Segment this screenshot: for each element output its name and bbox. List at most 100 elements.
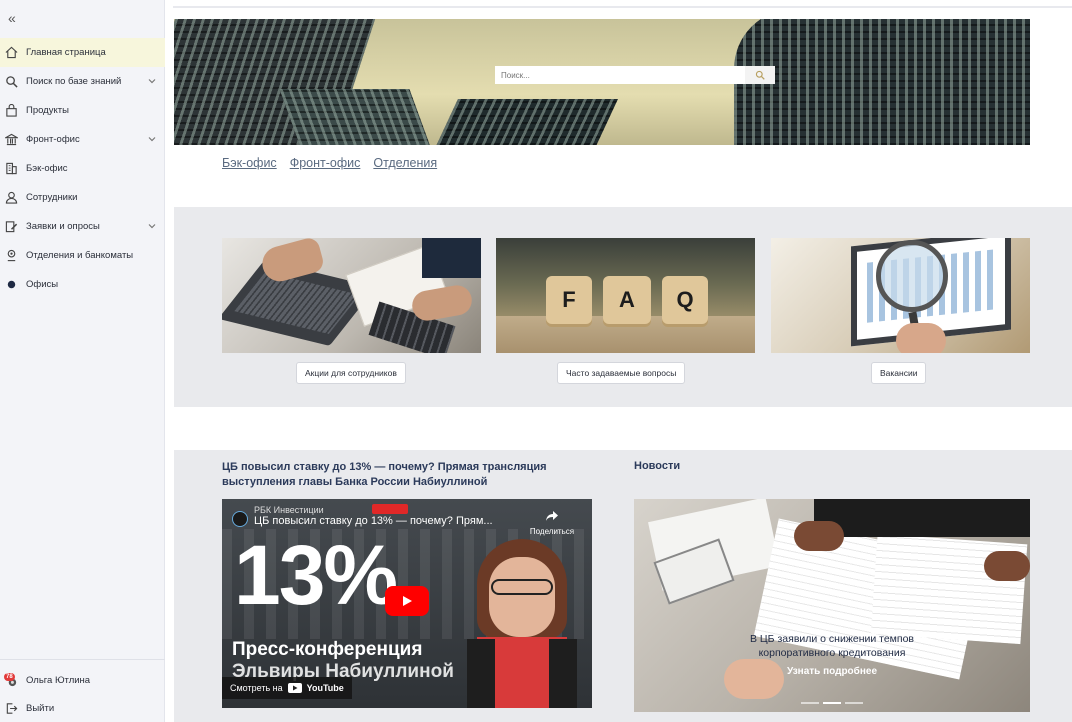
watch-on-youtube[interactable]: Смотреть на YouTube	[222, 677, 352, 699]
channel-avatar	[232, 511, 248, 527]
live-badge	[372, 504, 408, 514]
youtube-label: YouTube	[306, 683, 344, 693]
faq-letter: Q	[676, 287, 694, 312]
search-icon	[755, 70, 765, 80]
sidebar-item-search[interactable]: Поиск по базе знаний	[0, 67, 165, 96]
chevron-down-icon[interactable]	[147, 134, 157, 144]
sidebar-item-label: Офисы	[26, 279, 59, 290]
edit-icon	[4, 220, 18, 234]
youtube-play-button[interactable]	[385, 586, 429, 616]
faq-letter: A	[619, 287, 635, 312]
share-button[interactable]: Поделиться	[522, 509, 582, 536]
logout-button[interactable]: Выйти	[0, 694, 165, 722]
sidebar-item-products[interactable]: Продукты	[0, 96, 165, 125]
share-label: Поделиться	[529, 527, 575, 536]
speaker-portrait	[467, 539, 577, 708]
sidebar-item-home[interactable]: Главная страница	[0, 38, 165, 67]
sidebar-footer: 78 Ольга Ютлина Выйти	[0, 659, 165, 722]
carousel-dot-active[interactable]	[823, 702, 841, 704]
faq-letter: F	[562, 287, 576, 312]
user-profile[interactable]: 78 Ольга Ютлина	[0, 666, 165, 694]
bag-icon	[4, 104, 18, 118]
video-caption-line1: Пресс-конференция	[232, 639, 423, 660]
sidebar-item-label: Поиск по базе знаний	[26, 76, 122, 87]
hand-shape	[896, 323, 946, 353]
dot-icon	[4, 278, 18, 292]
vacancies-button[interactable]: Вакансии	[871, 362, 927, 384]
stream-title: ЦБ повысил ставку до 13% — почему? Пряма…	[222, 461, 547, 488]
news-slide-title[interactable]: В ЦБ заявили о снижении темпов корпорати…	[724, 632, 940, 660]
chevron-down-icon[interactable]	[147, 76, 157, 86]
card-image-vacancies[interactable]	[771, 238, 1030, 353]
search-button[interactable]	[745, 66, 775, 84]
logout-label: Выйти	[26, 702, 55, 714]
play-icon	[403, 596, 412, 606]
logout-icon	[4, 701, 18, 715]
top-divider	[173, 6, 1072, 8]
carousel-dot[interactable]	[801, 702, 819, 704]
news-more-link[interactable]: Узнать подробнее	[724, 666, 940, 677]
hand-shape	[794, 521, 844, 551]
skyscraper-center	[430, 99, 618, 145]
sidebar-item-requests[interactable]: Заявки и опросы	[0, 212, 165, 241]
notification-badge: 78	[4, 673, 15, 681]
link-branches[interactable]: Отделения	[373, 156, 437, 170]
faq-cube-q: Q	[662, 276, 708, 324]
sidebar-item-front-office[interactable]: Фронт-офис	[0, 125, 165, 154]
quick-links: Бэк-офис Фронт-офис Отделения	[222, 156, 437, 170]
big-percent-text: 13%	[234, 528, 398, 622]
user-icon	[4, 191, 18, 205]
speaker-glasses	[491, 579, 553, 595]
sleeve-shape	[814, 499, 1030, 537]
avatar: 78	[4, 673, 18, 687]
video-player[interactable]: РБК Инвестиции ЦБ повысил ставку до 13% …	[222, 499, 592, 708]
sidebar-item-branches[interactable]: Отделения и банкоматы	[0, 241, 165, 270]
sidebar-item-label: Бэк-офис	[26, 163, 68, 174]
speaker-jacket	[549, 639, 577, 708]
chevron-down-icon[interactable]	[147, 221, 157, 231]
sidebar-item-label: Главная страница	[26, 47, 106, 58]
card-image-promotions[interactable]	[222, 238, 481, 353]
user-name: Ольга Ютлина	[26, 674, 91, 686]
news-section: ЦБ повысил ставку до 13% — почему? Пряма…	[174, 450, 1072, 722]
speaker-face	[489, 557, 555, 637]
cards-section: Акции для сотрудников F A Q Часто задава…	[174, 207, 1072, 407]
carousel-dot[interactable]	[845, 702, 863, 704]
main-content: Бэк-офис Фронт-офис Отделения Акции для …	[165, 0, 1072, 722]
news-carousel[interactable]: В ЦБ заявили о снижении темпов корпорати…	[634, 499, 1030, 712]
card-image-faq[interactable]: F A Q	[496, 238, 755, 353]
sidebar: « Главная страница Поиск по базе знаний …	[0, 0, 165, 722]
sidebar-item-label: Фронт-офис	[26, 134, 80, 145]
magnifier-lens	[876, 240, 948, 312]
skyscraper-left-2	[279, 89, 439, 145]
sidebar-item-back-office[interactable]: Бэк-офис	[0, 154, 165, 183]
location-icon	[4, 249, 18, 263]
search-icon	[4, 75, 18, 89]
sidebar-item-label: Сотрудники	[26, 192, 78, 203]
link-front-office[interactable]: Фронт-офис	[290, 156, 361, 170]
search-input[interactable]	[495, 66, 745, 84]
collapse-sidebar-button[interactable]: «	[8, 10, 16, 26]
video-channel: РБК Инвестиции	[254, 505, 324, 515]
faq-button[interactable]: Часто задаваемые вопросы	[557, 362, 686, 384]
sidebar-item-label: Заявки и опросы	[26, 221, 100, 232]
sidebar-item-offices[interactable]: Офисы	[0, 270, 165, 299]
carousel-indicators	[794, 691, 870, 709]
sidebar-item-employees[interactable]: Сотрудники	[0, 183, 165, 212]
sidebar-nav: Главная страница Поиск по базе знаний Пр…	[0, 38, 165, 299]
skyscraper-right	[734, 19, 1030, 145]
sidebar-item-label: Отделения и банкоматы	[26, 250, 134, 261]
faq-cube-f: F	[546, 276, 592, 324]
bank-icon	[4, 133, 18, 147]
faq-cube-a: A	[603, 276, 651, 324]
hero-banner	[174, 19, 1030, 145]
watch-on-label: Смотреть на	[230, 683, 283, 693]
hand-shape	[724, 659, 784, 699]
hand-shape	[984, 551, 1030, 581]
link-back-office[interactable]: Бэк-офис	[222, 156, 277, 170]
speaker-jacket	[467, 639, 495, 708]
video-title: ЦБ повысил ставку до 13% — почему? Прям.…	[254, 515, 493, 527]
promotions-button[interactable]: Акции для сотрудников	[296, 362, 406, 384]
sidebar-item-label: Продукты	[26, 105, 69, 116]
search-bar	[495, 66, 775, 84]
